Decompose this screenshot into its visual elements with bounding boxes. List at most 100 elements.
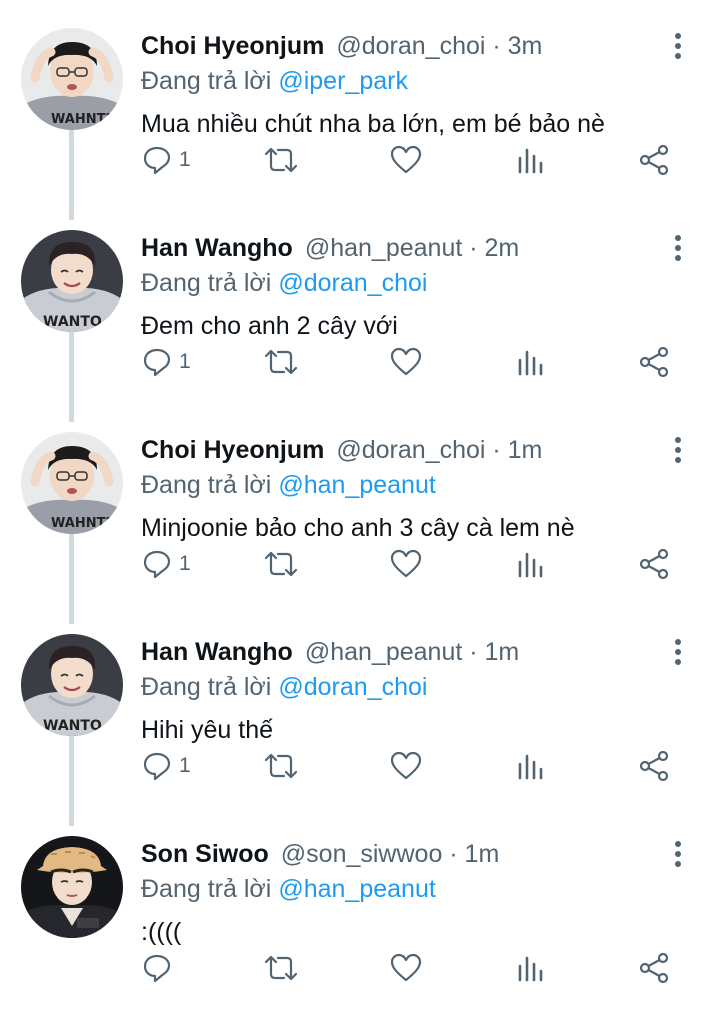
more-vertical-icon xyxy=(675,235,681,241)
more-options-button[interactable] xyxy=(668,434,688,468)
heart-icon xyxy=(390,953,422,982)
share-button[interactable] xyxy=(638,136,670,184)
retweet-button[interactable] xyxy=(262,540,300,588)
reply-button[interactable]: 1 xyxy=(141,338,191,386)
mention-link[interactable]: @doran_choi xyxy=(278,269,427,297)
replying-to-label: Đang trả lời xyxy=(141,875,272,903)
mention-link[interactable]: @doran_choi xyxy=(278,673,427,701)
replying-to: Đang trả lời @han_peanut xyxy=(141,469,436,501)
more-vertical-icon xyxy=(675,841,681,847)
like-button[interactable] xyxy=(389,338,423,386)
author-name[interactable]: Son Siwoo xyxy=(141,840,269,868)
analytics-icon xyxy=(518,552,543,578)
author-name[interactable]: Han Wangho xyxy=(141,234,293,262)
share-icon xyxy=(639,750,669,782)
tweet[interactable]: WAHNT? Choi Hyeonjum @doran_choi · 1m Đan… xyxy=(0,404,720,624)
hoodie-boy-avatar-icon: WANTO xyxy=(21,634,123,736)
share-button[interactable] xyxy=(638,742,670,790)
author-handle-time[interactable]: @han_peanut · 2m xyxy=(305,234,519,262)
more-vertical-icon xyxy=(675,437,681,443)
avatar[interactable]: WANTO xyxy=(21,230,123,332)
avatar[interactable]: WAHNT? xyxy=(21,432,123,534)
replying-to: Đang trả lời @doran_choi xyxy=(141,267,427,299)
tweet-header: Han Wangho @han_peanut · 2m xyxy=(141,233,519,263)
views-button[interactable] xyxy=(517,742,545,790)
author-handle-time[interactable]: @doran_choi · 3m xyxy=(336,32,542,60)
more-options-button[interactable] xyxy=(668,838,688,872)
share-icon xyxy=(639,346,669,378)
retweet-icon xyxy=(264,955,298,981)
retweet-button[interactable] xyxy=(262,136,300,184)
retweet-icon xyxy=(264,349,298,375)
more-vertical-icon xyxy=(675,639,681,645)
avatar[interactable]: WAHNT? xyxy=(21,28,123,130)
author-handle-time[interactable]: @han_peanut · 1m xyxy=(305,638,519,666)
tweet[interactable]: WANTO Han Wangho @han_peanut · 2m Đang tr… xyxy=(0,202,720,422)
reply-icon xyxy=(143,146,171,175)
avatar[interactable] xyxy=(21,836,123,938)
more-options-button[interactable] xyxy=(668,232,688,266)
reply-icon xyxy=(143,954,171,983)
retweet-icon xyxy=(264,147,298,173)
action-bar: 1 xyxy=(0,338,720,386)
like-button[interactable] xyxy=(389,540,423,588)
mention-link[interactable]: @han_peanut xyxy=(278,875,435,903)
tweet-header: Choi Hyeonjum @doran_choi · 1m xyxy=(141,435,542,465)
views-button[interactable] xyxy=(517,944,545,992)
share-button[interactable] xyxy=(638,944,670,992)
views-button[interactable] xyxy=(517,540,545,588)
share-button[interactable] xyxy=(638,338,670,386)
reply-count: 1 xyxy=(179,754,191,777)
like-button[interactable] xyxy=(389,136,423,184)
replying-to: Đang trả lời @han_peanut xyxy=(141,873,436,905)
reply-icon xyxy=(143,348,171,377)
tweet[interactable]: WANTO Han Wangho @han_peanut · 1m Đang tr… xyxy=(0,606,720,826)
reply-button[interactable] xyxy=(141,944,179,992)
action-bar: 1 xyxy=(0,136,720,184)
reply-count: 1 xyxy=(179,552,191,575)
action-bar: 1 xyxy=(0,540,720,588)
heart-icon xyxy=(390,145,422,174)
more-options-button[interactable] xyxy=(668,30,688,64)
reply-count: 1 xyxy=(179,350,191,373)
more-options-button[interactable] xyxy=(668,636,688,670)
views-button[interactable] xyxy=(517,136,545,184)
mention-link[interactable]: @han_peanut xyxy=(278,471,435,499)
svg-text:WANTO: WANTO xyxy=(43,314,102,330)
reply-icon xyxy=(143,550,171,579)
tweet-header: Han Wangho @han_peanut · 1m xyxy=(141,637,519,667)
more-vertical-icon xyxy=(675,33,681,39)
replying-to-label: Đang trả lời xyxy=(141,673,272,701)
retweet-button[interactable] xyxy=(262,944,300,992)
retweet-button[interactable] xyxy=(262,338,300,386)
retweet-icon xyxy=(264,551,298,577)
reply-button[interactable]: 1 xyxy=(141,540,191,588)
tweet-header: Son Siwoo @son_siwwoo · 1m xyxy=(141,839,499,869)
reply-icon xyxy=(143,752,171,781)
reply-button[interactable]: 1 xyxy=(141,742,191,790)
heart-icon xyxy=(390,347,422,376)
action-bar xyxy=(0,944,720,992)
share-icon xyxy=(639,548,669,580)
author-handle-time[interactable]: @son_siwwoo · 1m xyxy=(281,840,500,868)
tweet[interactable]: WAHNT? Choi Hyeonjum @doran_choi · 3m Đan… xyxy=(0,0,720,220)
author-name[interactable]: Choi Hyeonjum xyxy=(141,32,324,60)
author-handle-time[interactable]: @doran_choi · 1m xyxy=(336,436,542,464)
heart-icon xyxy=(390,751,422,780)
retweet-button[interactable] xyxy=(262,742,300,790)
tweet[interactable]: Son Siwoo @son_siwwoo · 1m Đang trả lời @h… xyxy=(0,808,720,1010)
glasses-boy-avatar-icon: WAHNT? xyxy=(21,28,123,130)
like-button[interactable] xyxy=(389,944,423,992)
author-name[interactable]: Choi Hyeonjum xyxy=(141,436,324,464)
svg-text:WAHNT?: WAHNT? xyxy=(51,112,113,127)
analytics-icon xyxy=(518,148,543,174)
glasses-boy-avatar-icon: WAHNT? xyxy=(21,432,123,534)
like-button[interactable] xyxy=(389,742,423,790)
views-button[interactable] xyxy=(517,338,545,386)
svg-text:WANTO: WANTO xyxy=(43,718,102,734)
reply-button[interactable]: 1 xyxy=(141,136,191,184)
share-button[interactable] xyxy=(638,540,670,588)
mention-link[interactable]: @iper_park xyxy=(278,67,408,95)
avatar[interactable]: WANTO xyxy=(21,634,123,736)
author-name[interactable]: Han Wangho xyxy=(141,638,293,666)
